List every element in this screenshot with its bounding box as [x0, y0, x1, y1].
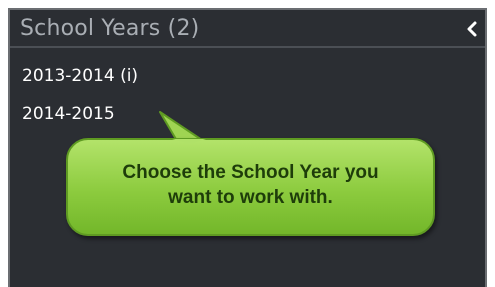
chevron-left-icon[interactable] — [465, 20, 479, 38]
panel-header: School Years (2) — [10, 10, 485, 48]
panel-title: School Years (2) — [20, 16, 200, 41]
callout-line-2: want to work with. — [168, 187, 333, 208]
callout-message: Choose the School Year you want to work … — [68, 160, 433, 210]
callout-line-1: Choose the School Year you — [122, 162, 379, 183]
school-year-item-2014-2015[interactable]: 2014-2015 — [22, 104, 115, 124]
school-year-item-2013-2014[interactable]: 2013-2014 (i) — [22, 66, 138, 86]
help-callout: Choose the School Year you want to work … — [66, 138, 435, 236]
